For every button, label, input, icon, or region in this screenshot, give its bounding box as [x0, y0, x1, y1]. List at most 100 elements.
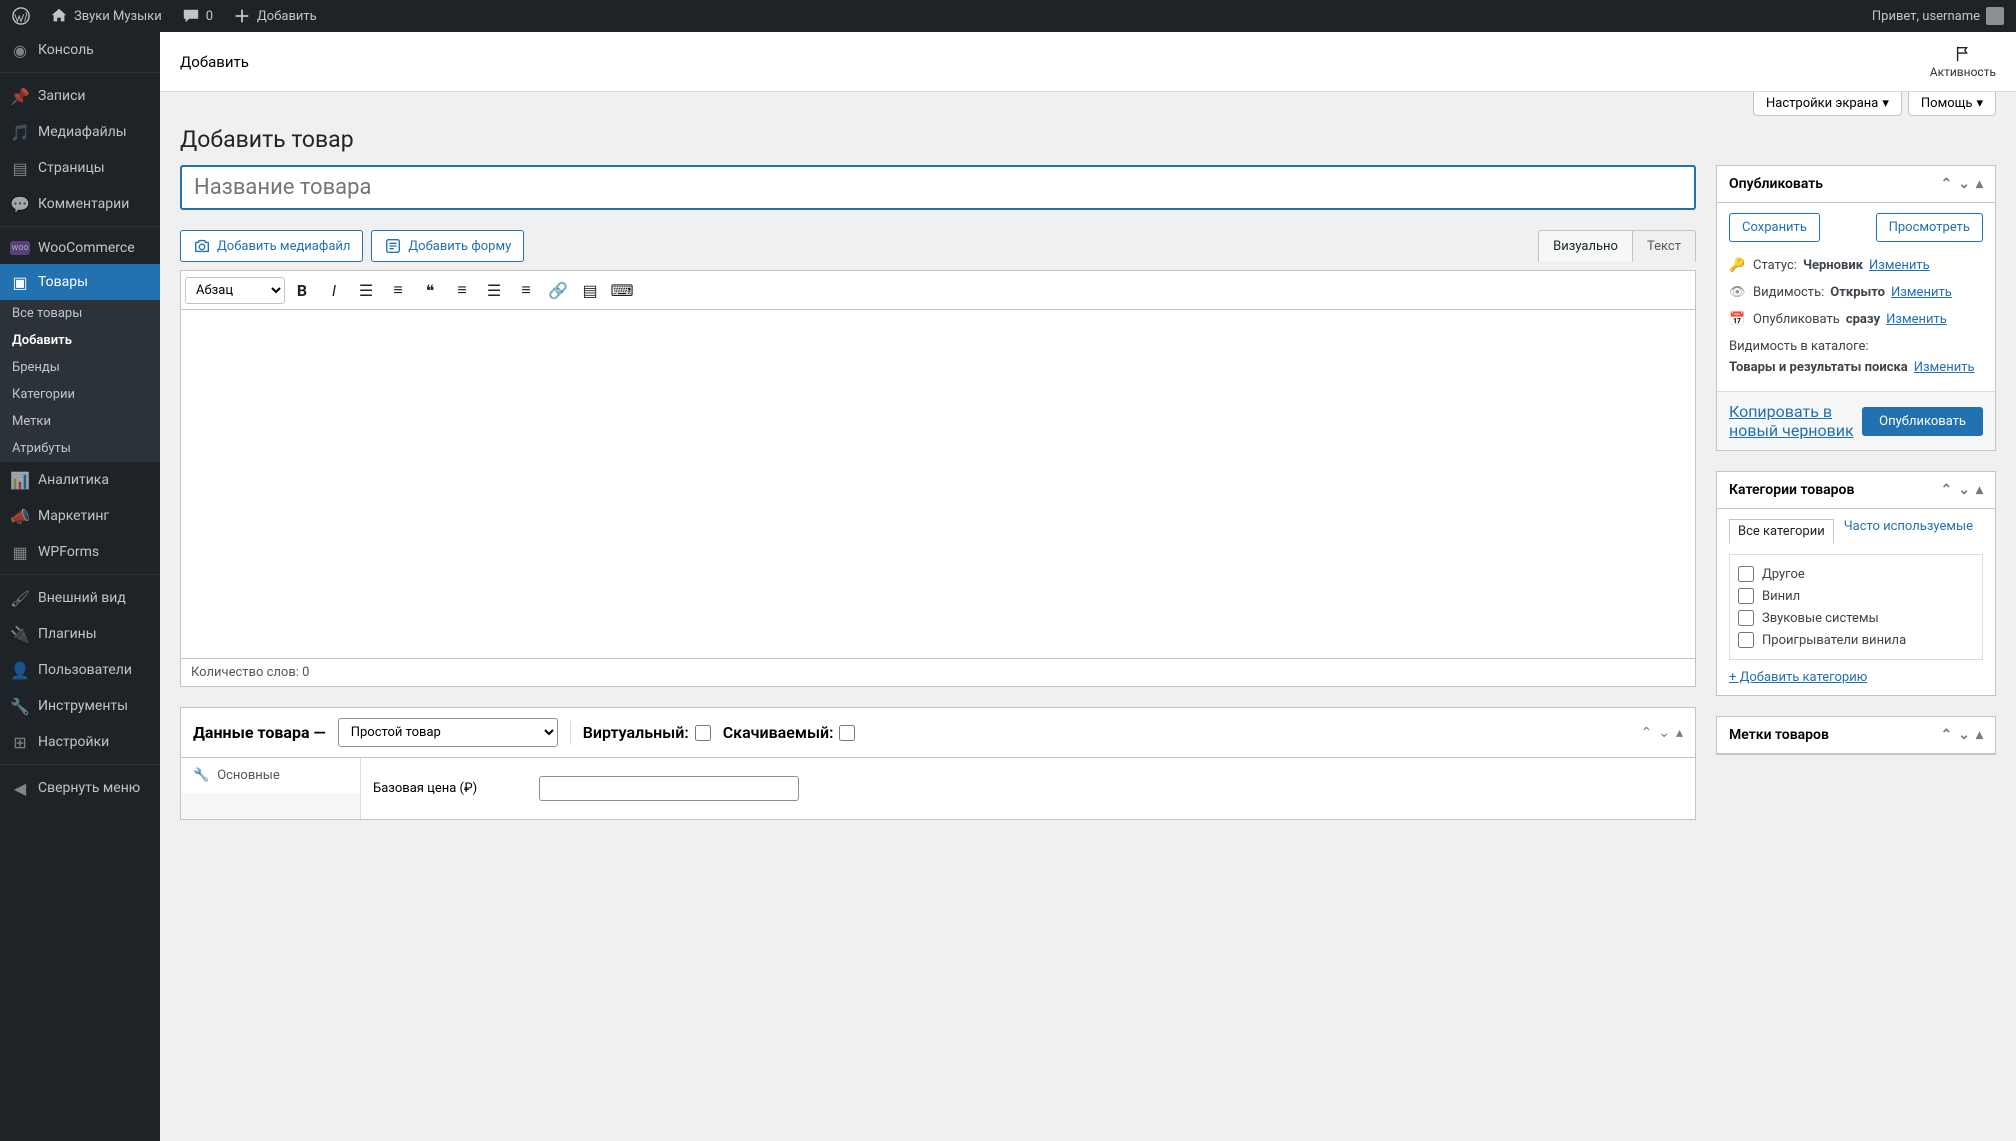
format-select[interactable]: Абзац	[185, 277, 285, 304]
preview-button[interactable]: Просмотреть	[1876, 213, 1983, 242]
menu-settings[interactable]: ⊞Настройки	[0, 724, 160, 760]
product-data-box: Данные товара — Простой товар Виртуальны…	[180, 707, 1696, 820]
submenu-attributes[interactable]: Атрибуты	[0, 435, 160, 462]
tags-title: Метки товаров	[1729, 727, 1829, 743]
category-item[interactable]: Винил	[1738, 585, 1974, 607]
woo-icon: woo	[10, 241, 30, 255]
edit-status-link[interactable]: Изменить	[1869, 258, 1930, 273]
cat-tab-recent[interactable]: Часто используемые	[1844, 519, 1973, 544]
category-item[interactable]: Другое	[1738, 563, 1974, 585]
word-count: Количество слов: 0	[180, 659, 1696, 687]
edit-catalog-link[interactable]: Изменить	[1914, 360, 1975, 375]
caret-up-icon[interactable]: ▴	[1976, 482, 1983, 498]
chevron-up-icon[interactable]: ⌃	[1641, 725, 1653, 741]
product-data-title: Данные товара —	[193, 723, 326, 742]
align-left-button[interactable]: ≡	[447, 275, 477, 305]
more-button[interactable]: ▤	[575, 275, 605, 305]
italic-button[interactable]: I	[319, 275, 349, 305]
save-draft-button[interactable]: Сохранить	[1729, 213, 1820, 242]
virtual-checkbox[interactable]	[695, 725, 711, 741]
calendar-icon: 📅	[1729, 312, 1747, 327]
chevron-down-icon[interactable]: ⌄	[1958, 727, 1970, 743]
category-checkbox[interactable]	[1738, 610, 1754, 626]
align-center-button[interactable]: ☰	[479, 275, 509, 305]
copy-draft-link[interactable]: Копировать в новый черновик	[1729, 402, 1862, 440]
editor-toolbar: Абзац B I ☰ ≡ ❝ ≡ ☰ ≡ 🔗 ▤ ⌨	[180, 270, 1696, 309]
chevron-up-icon[interactable]: ⌃	[1941, 727, 1953, 743]
add-media-button[interactable]: Добавить медиафайл	[180, 230, 363, 262]
form-icon: ▦	[10, 542, 30, 562]
menu-plugins[interactable]: 🔌Плагины	[0, 616, 160, 652]
add-category-link[interactable]: + Добавить категорию	[1729, 670, 1867, 685]
product-title-input[interactable]	[180, 165, 1696, 210]
quote-button[interactable]: ❝	[415, 275, 445, 305]
chevron-down-icon[interactable]: ⌄	[1958, 176, 1970, 192]
content-editor[interactable]	[180, 309, 1696, 659]
product-type-select[interactable]: Простой товар	[338, 718, 558, 747]
strip-title: Добавить	[180, 53, 249, 71]
menu-comments[interactable]: 💬Комментарии	[0, 186, 160, 222]
category-list: Другое Винил Звуковые системы Проигрыват…	[1729, 554, 1983, 660]
chevron-up-icon[interactable]: ⌃	[1941, 176, 1953, 192]
link-button[interactable]: 🔗	[543, 275, 573, 305]
menu-pages[interactable]: ▤Страницы	[0, 150, 160, 186]
pin-icon: 📌	[10, 86, 30, 106]
bold-button[interactable]: B	[287, 275, 317, 305]
category-checkbox[interactable]	[1738, 588, 1754, 604]
menu-users[interactable]: 👤Пользователи	[0, 652, 160, 688]
virtual-checkbox-label[interactable]: Виртуальный:	[583, 723, 711, 742]
site-name-link[interactable]: Звуки Музыки	[46, 7, 166, 25]
menu-media[interactable]: 🎵Медиафайлы	[0, 114, 160, 150]
category-checkbox[interactable]	[1738, 632, 1754, 648]
chevron-down-icon: ▾	[1976, 96, 1983, 111]
downloadable-checkbox[interactable]	[839, 725, 855, 741]
add-new-link[interactable]: Добавить	[229, 7, 321, 25]
menu-analytics[interactable]: 📊Аналитика	[0, 462, 160, 498]
submenu-brands[interactable]: Бренды	[0, 354, 160, 381]
submenu-all-products[interactable]: Все товары	[0, 300, 160, 327]
help-button[interactable]: Помощь ▾	[1908, 92, 1996, 116]
menu-appearance[interactable]: 🖌Внешний вид	[0, 580, 160, 616]
edit-publish-link[interactable]: Изменить	[1886, 312, 1947, 327]
screen-options-button[interactable]: Настройки экрана ▾	[1753, 92, 1902, 116]
downloadable-checkbox-label[interactable]: Скачиваемый:	[723, 723, 856, 742]
menu-woocommerce[interactable]: wooWooCommerce	[0, 232, 160, 264]
flag-icon	[1954, 45, 1972, 63]
submenu-add-product[interactable]: Добавить	[0, 327, 160, 354]
wp-logo[interactable]	[8, 7, 34, 25]
menu-posts[interactable]: 📌Записи	[0, 78, 160, 114]
user-greeting[interactable]: Привет, username	[1868, 7, 2008, 25]
category-item[interactable]: Проигрыватели винила	[1738, 629, 1974, 651]
menu-products[interactable]: ▣Товары	[0, 264, 160, 300]
add-form-button[interactable]: Добавить форму	[371, 230, 524, 262]
base-price-input[interactable]	[539, 776, 799, 801]
toolbar-toggle-button[interactable]: ⌨	[607, 275, 637, 305]
align-right-button[interactable]: ≡	[511, 275, 541, 305]
edit-visibility-link[interactable]: Изменить	[1891, 285, 1952, 300]
ol-button[interactable]: ≡	[383, 275, 413, 305]
chevron-up-icon[interactable]: ⌃	[1941, 482, 1953, 498]
publish-button[interactable]: Опубликовать	[1862, 407, 1983, 436]
submenu-categories[interactable]: Категории	[0, 381, 160, 408]
menu-collapse[interactable]: ◀Свернуть меню	[0, 770, 160, 806]
tab-text[interactable]: Текст	[1633, 230, 1696, 262]
menu-wpforms[interactable]: ▦WPForms	[0, 534, 160, 570]
cat-tab-all[interactable]: Все категории	[1729, 519, 1834, 544]
menu-dashboard[interactable]: ◉Консоль	[0, 32, 160, 68]
chevron-down-icon[interactable]: ⌄	[1658, 725, 1670, 741]
submenu-tags[interactable]: Метки	[0, 408, 160, 435]
ul-button[interactable]: ☰	[351, 275, 381, 305]
caret-up-icon[interactable]: ▴	[1976, 727, 1983, 743]
caret-up-icon[interactable]: ▴	[1976, 176, 1983, 192]
caret-up-icon[interactable]: ▴	[1676, 725, 1683, 741]
tab-visual[interactable]: Визуально	[1538, 230, 1633, 262]
menu-marketing[interactable]: 📣Маркетинг	[0, 498, 160, 534]
pd-tab-general[interactable]: 🔧Основные	[181, 758, 360, 793]
activity-button[interactable]: Активность	[1930, 45, 1996, 79]
menu-tools[interactable]: 🔧Инструменты	[0, 688, 160, 724]
sliders-icon: ⊞	[10, 732, 30, 752]
category-item[interactable]: Звуковые системы	[1738, 607, 1974, 629]
comments-link[interactable]: 0	[178, 7, 217, 25]
category-checkbox[interactable]	[1738, 566, 1754, 582]
chevron-down-icon[interactable]: ⌄	[1958, 482, 1970, 498]
